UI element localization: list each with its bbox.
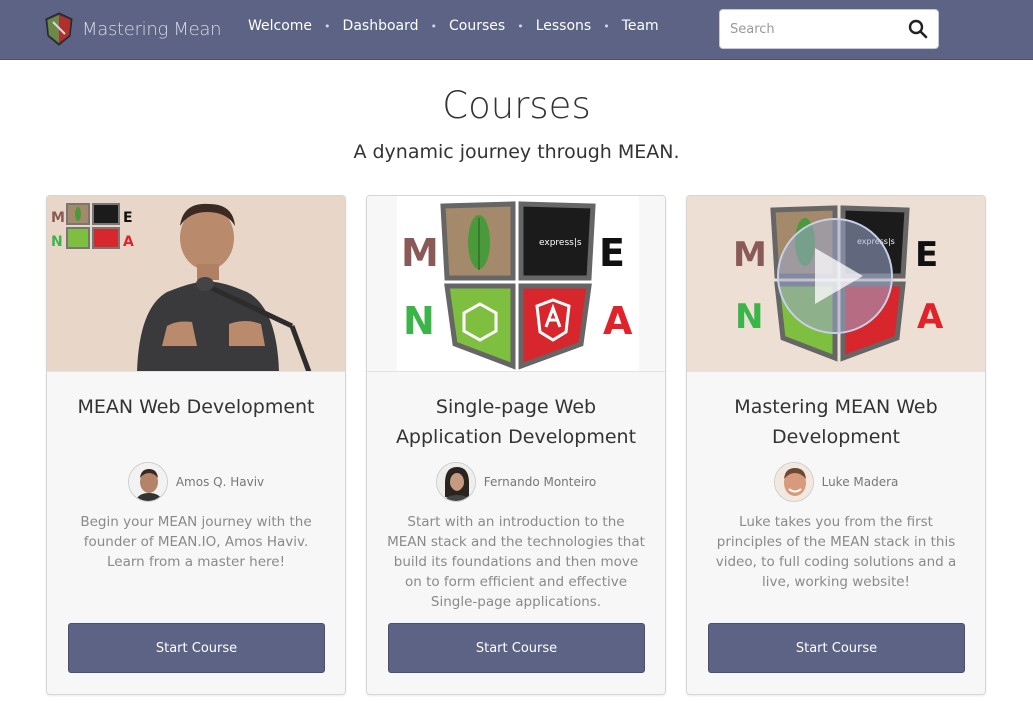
course-card: M E N A express|s Single-page Web Applic… [366,195,666,695]
course-thumbnail[interactable]: M E N A express|s [367,196,665,372]
logo-letter: E [599,231,625,275]
video-thumbnail-image: M E N A express|s [687,196,985,371]
nav-courses[interactable]: Courses [449,18,505,34]
search-box [719,9,939,49]
instructor: Fernando Monteiro [367,462,665,502]
instructor-name[interactable]: Fernando Monteiro [484,475,596,489]
logo-letter: M [401,231,439,275]
page-subtitle: A dynamic journey through MEAN. [353,141,680,163]
logo-letter: N [735,297,763,337]
main-nav: Welcome • Dashboard • Courses • Lessons … [248,18,659,34]
logo-letter: N [51,234,63,250]
course-thumbnail[interactable]: M E N A express|s [687,196,985,372]
course-description: Luke takes you from the first principles… [715,514,957,590]
instructor: Amos Q. Haviv [47,462,345,502]
shield-logo-icon [45,12,73,46]
logo-letter: M [51,210,65,226]
avatar [435,462,476,502]
course-title: Mastering MEAN Web Development [734,396,938,448]
instructor-name[interactable]: Amos Q. Haviv [176,475,264,489]
play-button-icon[interactable] [777,218,893,334]
top-navbar: Mastering Mean Welcome • Dashboard • Cou… [0,0,1033,60]
brand-link[interactable]: Mastering Mean [44,11,222,47]
start-course-button[interactable]: Start Course [388,623,645,673]
instructor: Luke Madera [687,462,985,502]
avatar [127,462,168,502]
logo-text: express|s [539,238,582,248]
instructor-name[interactable]: Luke Madera [822,475,899,489]
logo-letter: A [917,297,944,337]
start-course-button[interactable]: Start Course [708,623,965,673]
logo-letter: N [403,299,435,343]
course-card: M E N A express|s Mastering MEAN Web Dev… [686,195,986,695]
logo-letter: E [915,235,938,275]
brand-name: Mastering Mean [82,18,222,40]
page-title: Courses [442,84,591,127]
course-title: MEAN Web Development [77,396,315,418]
nav-separator: • [517,19,524,33]
nav-separator: • [430,19,438,33]
logo-letter: M [733,235,767,275]
logo-letter: A [603,299,633,343]
start-course-button[interactable]: Start Course [68,623,325,673]
nav-team[interactable]: Team [622,18,659,34]
search-input[interactable] [720,11,900,47]
course-description: Start with an introduction to the MEAN s… [387,514,645,610]
nav-separator: • [603,19,610,33]
logo-letter: E [123,210,133,226]
search-icon[interactable] [908,19,928,39]
course-title: Single-page Web Application Development [395,396,637,448]
course-description: Begin your MEAN journey with the founder… [80,514,312,570]
instructor-video-image: M E N A [47,196,345,371]
course-thumbnail[interactable]: M E N A [47,196,345,372]
nav-separator: • [324,19,331,33]
course-card: M E N A MEAN Web Development Amos Q. Hav… [46,195,346,695]
nav-welcome[interactable]: Welcome [248,18,312,34]
nav-lessons[interactable]: Lessons [536,18,592,34]
logo-letter: A [123,234,134,250]
mean-stack-logo-image: M E N A express|s [367,196,665,371]
avatar [773,462,814,502]
nav-dashboard[interactable]: Dashboard [343,18,419,34]
